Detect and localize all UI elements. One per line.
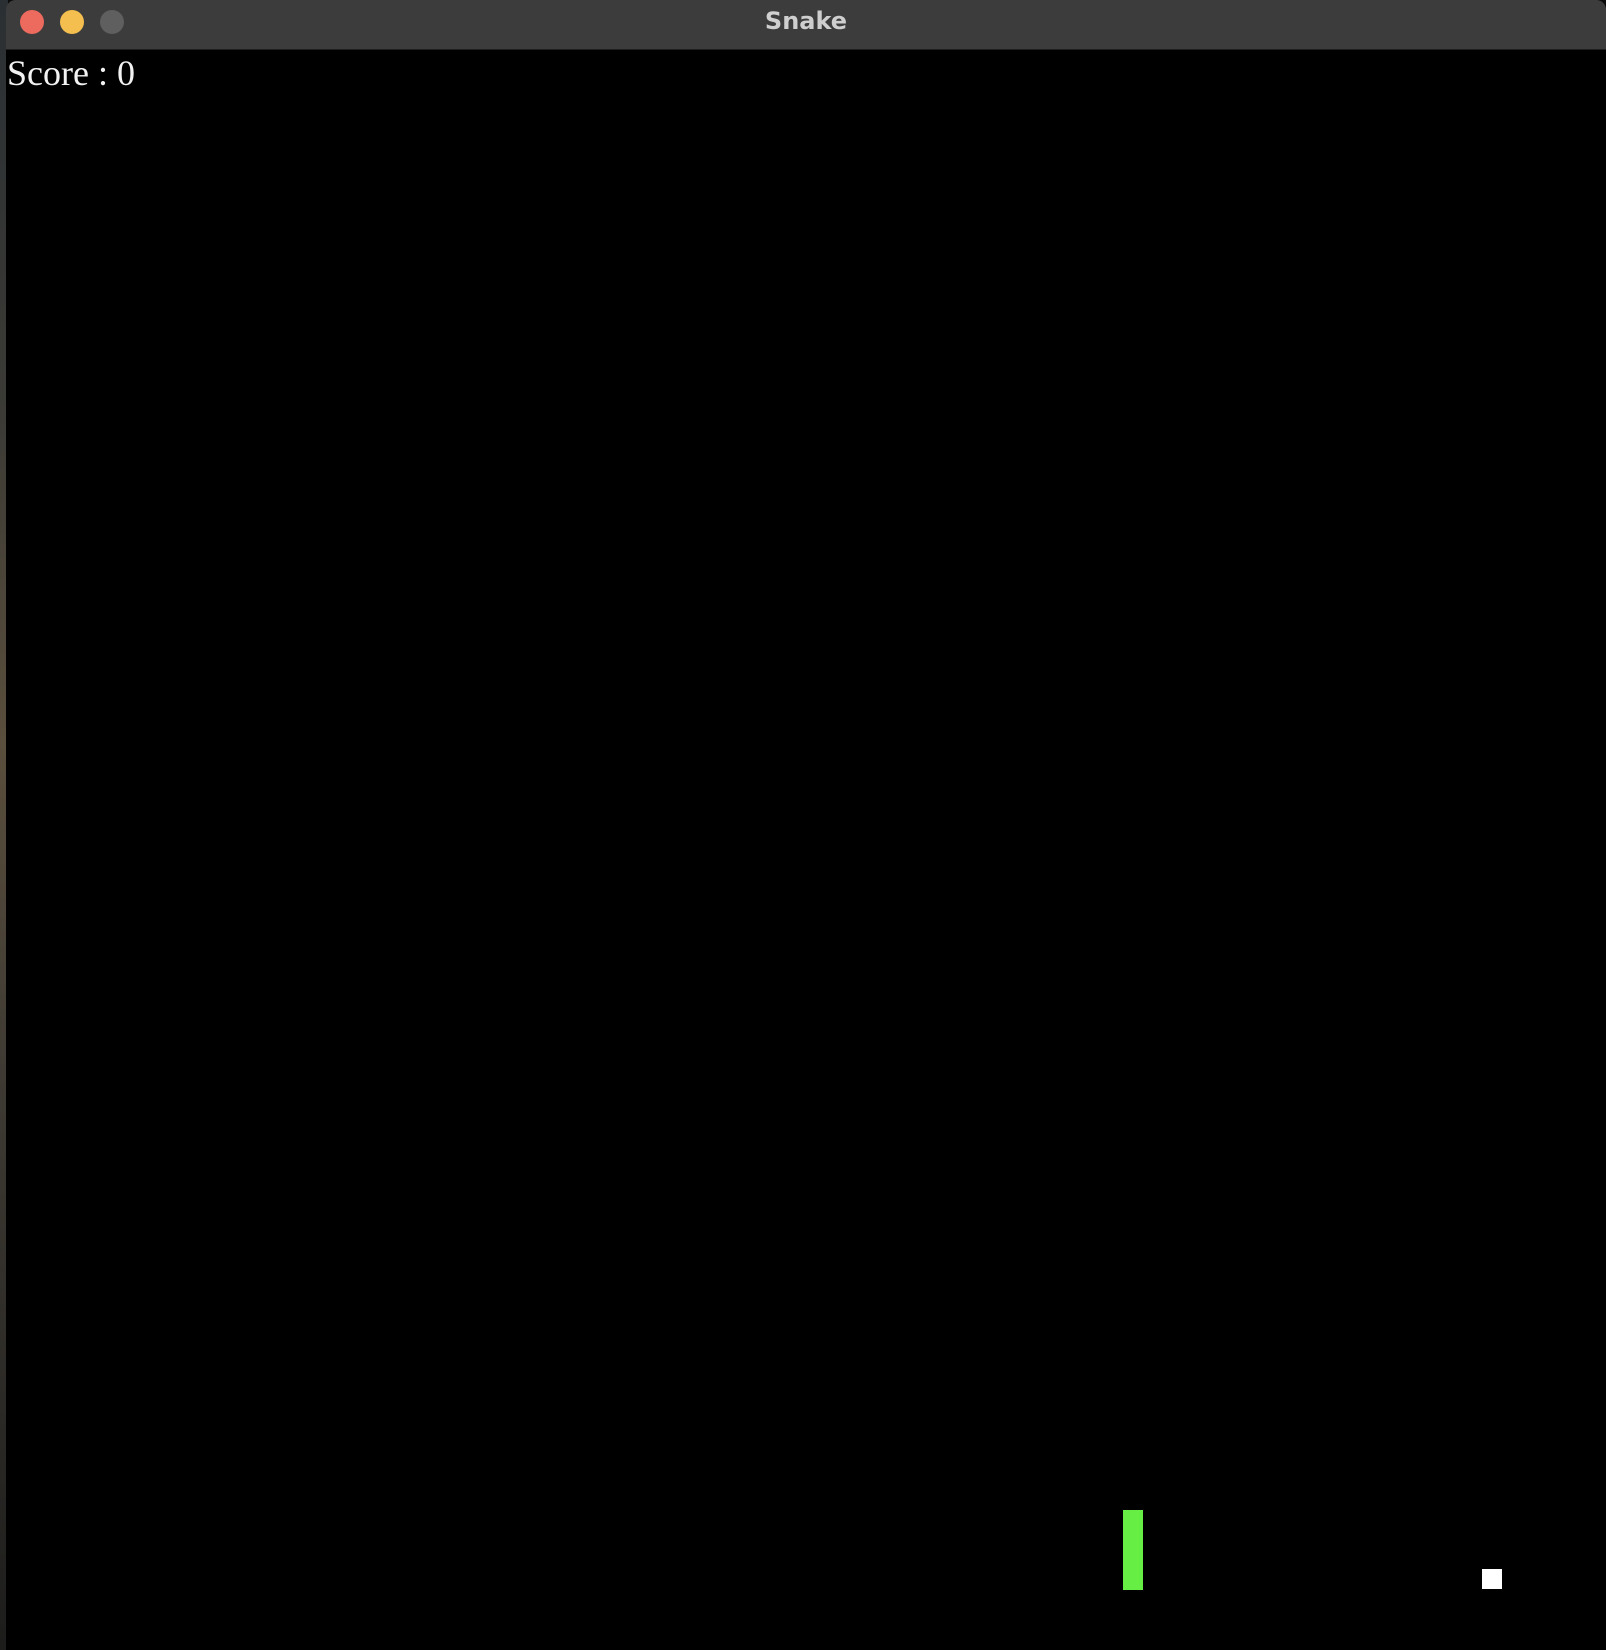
score-label: Score : 0 <box>7 53 135 93</box>
food-pellet <box>1482 1569 1502 1589</box>
snake-body-segment <box>1123 1550 1143 1590</box>
snake-head <box>1123 1510 1143 1550</box>
game-window: Snake Score : 0 <box>6 0 1606 1650</box>
title-bar[interactable]: Snake <box>6 0 1606 50</box>
window-title: Snake <box>764 7 848 35</box>
game-canvas[interactable]: Score : 0 <box>6 50 1606 1650</box>
